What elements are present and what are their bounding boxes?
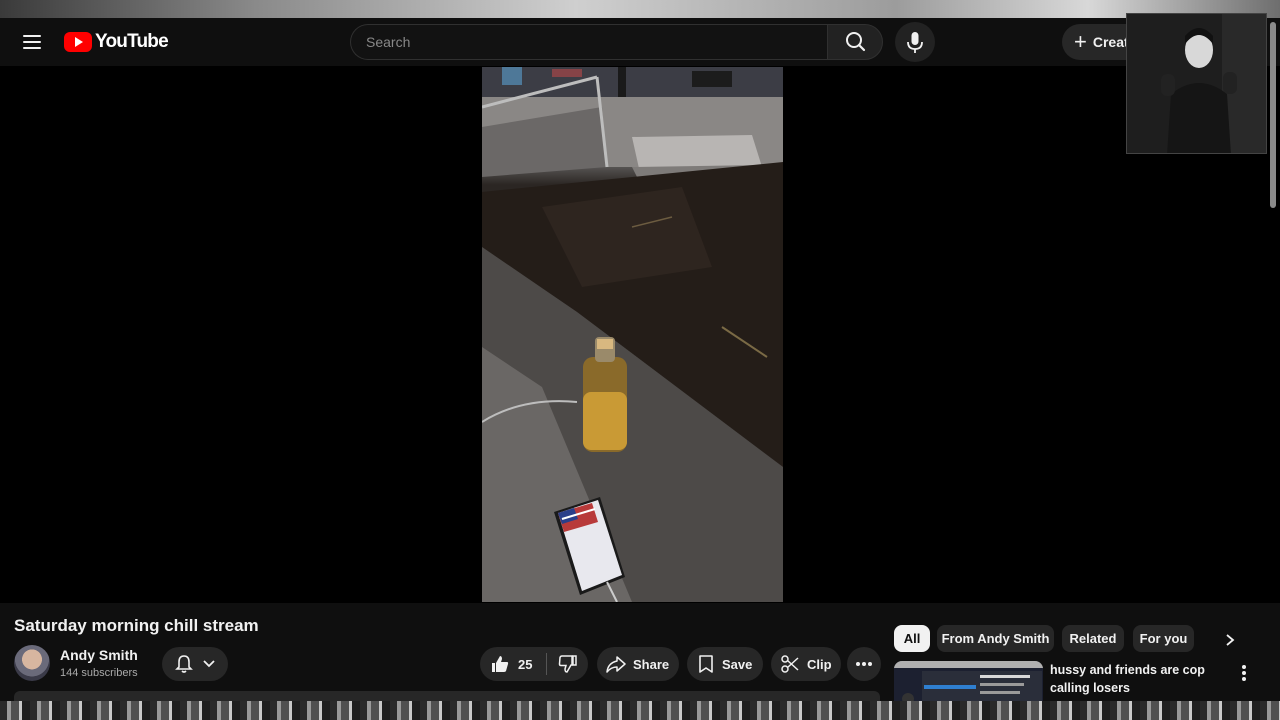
recommendation-title[interactable]: hussy and friends are cop calling losers bbox=[1050, 661, 1210, 697]
clip-label: Clip bbox=[807, 656, 832, 672]
search-button[interactable] bbox=[827, 24, 883, 60]
scrollbar-thumb[interactable] bbox=[1270, 22, 1276, 208]
video-scene bbox=[482, 67, 783, 602]
masthead: YouTube + Creat bbox=[0, 18, 1280, 66]
desktop-top-edge bbox=[0, 0, 1280, 18]
logo-text: YouTube bbox=[95, 31, 169, 52]
share-icon bbox=[606, 656, 626, 673]
plus-icon: + bbox=[1074, 29, 1087, 54]
save-label: Save bbox=[722, 656, 753, 672]
like-dislike-group: 25 bbox=[480, 647, 588, 681]
chevron-right-icon bbox=[1226, 634, 1235, 646]
save-button[interactable]: Save bbox=[687, 647, 763, 681]
share-button[interactable]: Share bbox=[597, 647, 679, 681]
voice-search-button[interactable] bbox=[895, 22, 935, 62]
desktop-bottom-edge bbox=[0, 701, 1280, 720]
chips-next-button[interactable] bbox=[1216, 626, 1244, 654]
webcam-person-image bbox=[1127, 14, 1266, 153]
more-vertical-icon bbox=[1242, 665, 1246, 681]
video-frame bbox=[482, 67, 783, 602]
bell-icon bbox=[175, 655, 193, 673]
recommendation-thumbnail-image bbox=[894, 661, 1043, 703]
chevron-down-icon bbox=[203, 660, 215, 668]
create-label: Creat bbox=[1092, 34, 1129, 50]
like-button[interactable]: 25 bbox=[480, 647, 546, 681]
chip-related[interactable]: Related bbox=[1062, 625, 1124, 652]
menu-icon[interactable] bbox=[22, 32, 42, 52]
mic-icon bbox=[907, 32, 923, 53]
more-actions-button[interactable] bbox=[847, 647, 881, 681]
video-player[interactable] bbox=[0, 66, 1280, 603]
thumbs-down-icon bbox=[558, 655, 577, 673]
youtube-logo-icon bbox=[64, 32, 92, 52]
youtube-logo[interactable]: YouTube bbox=[64, 31, 169, 53]
thumbs-up-icon bbox=[492, 656, 509, 672]
more-horizontal-icon bbox=[856, 662, 872, 666]
channel-name[interactable]: Andy Smith bbox=[60, 647, 138, 663]
search-box bbox=[350, 24, 828, 60]
webcam-overlay bbox=[1126, 13, 1267, 154]
bookmark-icon bbox=[699, 655, 713, 673]
search-input[interactable] bbox=[351, 25, 828, 59]
subscriber-count: 144 subscribers bbox=[60, 667, 138, 679]
chip-all[interactable]: All bbox=[894, 625, 930, 652]
chip-for-you[interactable]: For you bbox=[1133, 625, 1194, 652]
scissors-icon bbox=[781, 655, 799, 673]
channel-avatar[interactable] bbox=[14, 645, 50, 681]
chip-from-channel[interactable]: From Andy Smith bbox=[937, 625, 1054, 652]
share-label: Share bbox=[633, 656, 670, 672]
notifications-button[interactable] bbox=[162, 647, 228, 681]
video-title: Saturday morning chill stream bbox=[14, 616, 259, 635]
like-count: 25 bbox=[518, 656, 533, 672]
clip-button[interactable]: Clip bbox=[771, 647, 841, 681]
recommendation-thumbnail[interactable] bbox=[894, 661, 1043, 703]
dislike-button[interactable] bbox=[547, 647, 588, 681]
search-icon bbox=[846, 32, 866, 52]
recommendation-menu-button[interactable] bbox=[1234, 661, 1254, 685]
page-scrollbar[interactable] bbox=[1268, 18, 1278, 210]
